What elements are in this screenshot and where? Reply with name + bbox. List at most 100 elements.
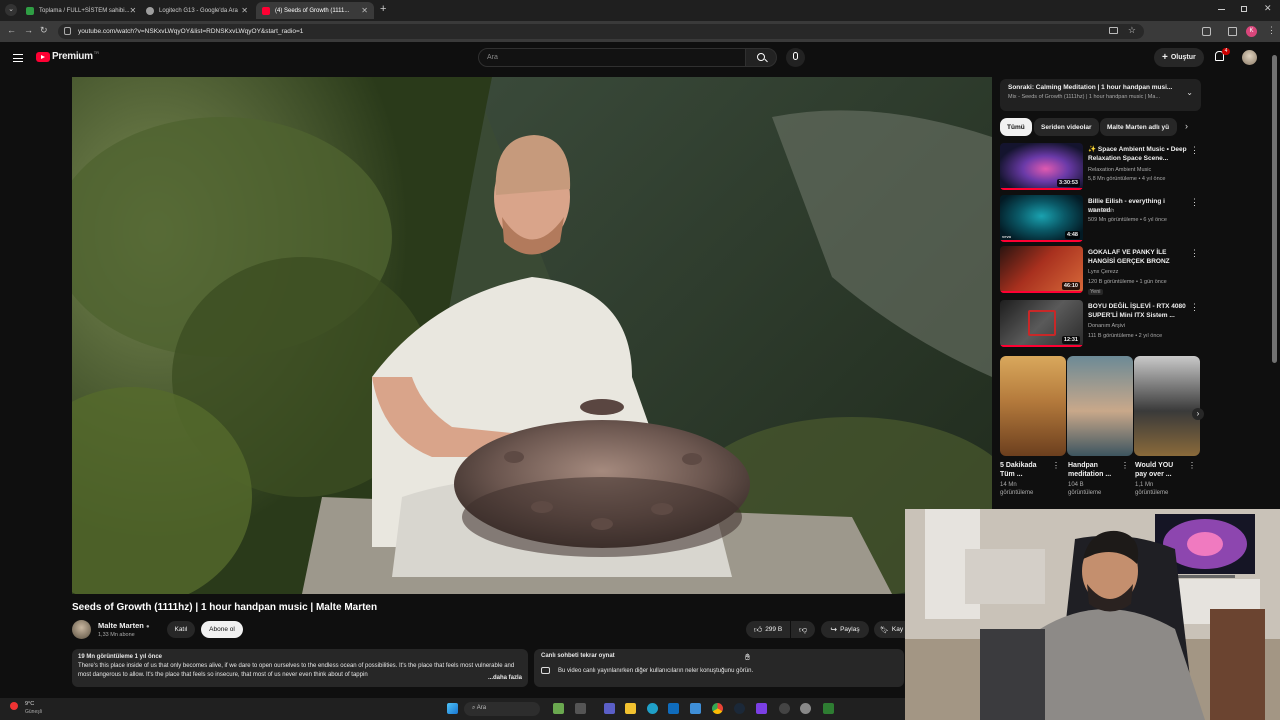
verified-check-icon: ● [145,624,150,630]
more-options-icon[interactable]: ⋮ [1190,145,1199,156]
recommended-video[interactable]: 3:30:53 ✨ Space Ambient Music • Deep Rel… [1000,143,1205,191]
more-options-icon[interactable]: ⋮ [1052,461,1060,470]
tab-favicon-icon [262,6,270,15]
browser-tab-active[interactable]: (4) Seeds of Growth (1111... ✕ [256,2,374,19]
outlook-icon[interactable] [668,703,679,714]
close-tab-icon[interactable]: ✕ [130,6,137,15]
microphone-icon [793,52,798,60]
like-button[interactable]: 👍︎ 299 B [746,621,790,638]
chip-all[interactable]: Tümü [1000,118,1032,136]
extensions-icon[interactable] [1202,27,1211,36]
edge-browser-icon[interactable] [647,703,658,714]
chat-replay-title: Canlı sohbeti tekrar oynat [541,653,615,659]
split-view-icon[interactable] [1228,27,1237,36]
browser-toolbar: ← → ↻ youtube.com/watch?v=NSKxvLWqyOY&li… [0,21,1280,42]
hamburger-menu-icon[interactable] [13,54,23,62]
page-scrollbar[interactable] [1272,55,1277,363]
more-options-icon[interactable]: ⋮ [1188,461,1196,470]
recommended-video[interactable]: vevo 4:48 Billie Eilish - everything i w… [1000,195,1205,243]
chevron-right-icon[interactable]: › [1185,121,1188,131]
channel-avatar[interactable] [72,620,91,639]
thumbs-up-icon: 👍︎ [753,624,763,634]
short-thumbnail[interactable] [1067,356,1133,456]
tab-title: Toplama / FULL+SİSTEM sahibi... [39,7,130,14]
recommended-video[interactable]: 46:10 GOKALAF VE PANKY İLE HANGİSİ GERÇE… [1000,246,1205,295]
thumbnail-accent [1028,310,1056,336]
description-text: There's this place inside of us that onl… [78,663,515,678]
chip-series[interactable]: Seriden videolar [1034,118,1099,136]
more-options-icon[interactable]: ⋮ [1190,248,1199,259]
app-icon[interactable] [779,703,790,714]
search-button[interactable] [745,48,777,67]
app-icon[interactable] [756,703,767,714]
save-label: Kay [891,626,904,633]
chevron-down-icon[interactable]: ⌄ [1186,88,1193,97]
close-tab-icon[interactable]: ✕ [241,6,248,15]
forward-icon[interactable]: → [24,25,33,35]
video-channel: Relaxation Ambient Music [1088,167,1152,173]
search-input[interactable]: Ara [478,48,746,67]
join-button[interactable]: Katıl [167,621,195,638]
recommended-video[interactable]: 12:31 BOYU DEĞİL İŞLEVİ - RTX 4080 SUPER… [1000,300,1205,348]
subscribe-button[interactable]: Abone ol [201,621,243,638]
description-box[interactable]: 19 Mn görüntüleme 1 yıl önce There's thi… [72,649,528,687]
minimize-icon[interactable] [1218,9,1225,10]
share-button[interactable]: ↪ Paylaş [821,621,869,638]
photos-icon[interactable] [690,703,701,714]
video-thumbnail: vevo 4:48 [1000,195,1083,242]
channel-name[interactable]: Malte Marten ● [98,621,150,630]
short-thumbnail[interactable] [1134,356,1200,456]
create-button[interactable]: + Oluştur [1154,48,1204,67]
video-thumbnail: 3:30:53 [1000,143,1083,190]
dislike-button[interactable]: 👎︎ [791,621,815,638]
short-thumbnail[interactable] [1000,356,1066,456]
tab-title: (4) Seeds of Growth (1111... [275,7,350,14]
account-avatar[interactable] [1242,50,1257,65]
short-title: 5 Dakikada Tüm ... [1000,462,1037,478]
logo-country: TR [93,50,100,55]
chat-replay-box[interactable]: Canlı sohbeti tekrar oynat Bu video canl… [534,649,904,687]
back-icon[interactable]: ← [7,25,16,35]
save-button[interactable]: 🔖︎ Kay [874,621,905,638]
browser-menu-icon[interactable]: ⋮ [1267,25,1276,36]
tab-favicon-icon [26,6,34,15]
start-windows-icon[interactable] [447,703,458,714]
close-tab-icon[interactable]: ✕ [361,6,368,15]
tab-list-icon[interactable]: ⌄ [5,4,17,16]
chrome-icon[interactable] [712,703,723,714]
file-explorer-icon[interactable] [625,703,636,714]
task-view-icon[interactable] [575,703,586,714]
profile-avatar[interactable]: K [1246,26,1257,37]
autoplay-next-panel[interactable]: Sonraki: Calming Meditation | 1 hour han… [1000,79,1201,111]
video-thumbnail: 12:31 [1000,300,1083,347]
chip-channel[interactable]: Malte Marten adlı yü [1100,118,1177,136]
close-window-icon[interactable]: ✕ [1264,3,1272,14]
url-bar[interactable]: youtube.com/watch?v=NSKxvLWqyOY&list=RDN… [58,24,1144,39]
steam-icon[interactable] [734,703,745,714]
more-options-icon[interactable]: ⋮ [1190,197,1199,208]
youtube-header: Premium TR Ara + Oluştur 4 [0,42,1280,76]
install-app-icon[interactable] [1109,27,1118,34]
reload-icon[interactable]: ↻ [40,25,48,36]
widgets-icon[interactable] [553,703,564,714]
teams-icon[interactable] [604,703,615,714]
site-info-icon[interactable] [64,27,71,35]
more-options-icon[interactable]: ⋮ [1190,302,1199,313]
more-options-icon[interactable]: ⋮ [1121,461,1129,470]
app-icon[interactable] [823,703,834,714]
bookmark-star-icon[interactable]: ☆ [1128,25,1136,36]
webcam-overlay [905,509,1280,720]
video-frame-image [72,77,992,594]
browser-tab[interactable]: Logitech G13 - Google'da Ara ✕ [140,2,254,19]
maximize-icon[interactable] [1241,6,1247,12]
settings-gear-icon[interactable] [800,703,811,714]
vevo-logo: vevo [1002,234,1012,239]
shorts-next-button[interactable]: › [1192,408,1204,420]
show-more-link[interactable]: ...daha fazla [485,674,522,683]
taskbar-search[interactable]: ⌕ Ara [464,702,540,716]
video-player[interactable] [72,77,992,594]
voice-search-button[interactable] [786,48,805,67]
new-tab-button[interactable]: + [380,3,386,15]
browser-tab[interactable]: Toplama / FULL+SİSTEM sahibi... ✕ [20,2,138,19]
youtube-logo[interactable]: Premium TR [36,50,100,62]
